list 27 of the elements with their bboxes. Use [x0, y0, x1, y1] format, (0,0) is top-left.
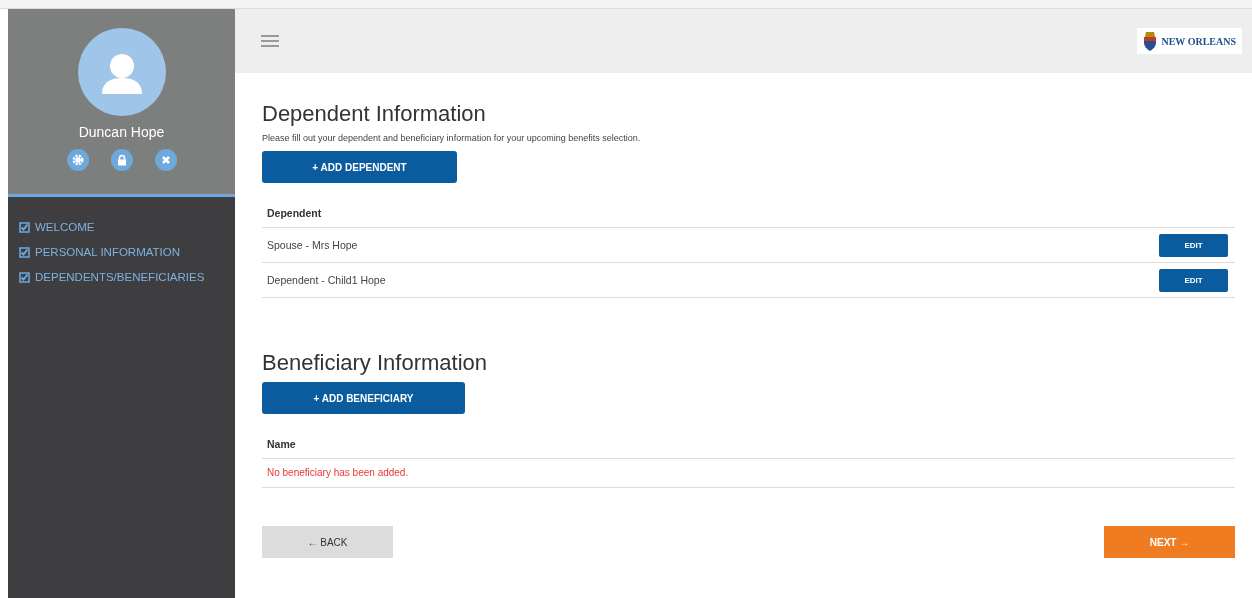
add-dependent-button[interactable]: + ADD DEPENDENT	[262, 151, 457, 183]
settings-button[interactable]	[66, 149, 89, 171]
lock-button[interactable]	[110, 149, 133, 171]
menu-icon[interactable]	[261, 34, 279, 48]
close-button[interactable]	[154, 149, 177, 171]
user-name: Duncan Hope	[78, 124, 165, 140]
back-button[interactable]: ← BACK	[262, 526, 393, 558]
lock-icon	[116, 154, 127, 166]
nav-item[interactable]: PERSONAL INFORMATION	[19, 246, 235, 258]
logo: NEW ORLEANS	[1137, 28, 1242, 54]
add-beneficiary-button[interactable]: + ADD BENEFICIARY	[262, 382, 465, 414]
edit-button[interactable]: EDIT	[1159, 233, 1228, 257]
settings-icon	[71, 154, 84, 166]
close-icon	[160, 155, 171, 165]
table-cell: Dependent - Child1 Hope	[267, 274, 386, 286]
section-title: Dependent Information	[262, 101, 487, 127]
column-header: Dependent	[262, 207, 1235, 228]
shield-icon	[1143, 31, 1158, 51]
table-cell: Spouse - Mrs Hope	[267, 239, 358, 251]
nav-item[interactable]: DEPENDENTS/BENEFICIARIES	[19, 271, 235, 283]
section-title: Beneficiary Information	[262, 350, 488, 376]
intro-text: Please fill out your dependent and beneficiary information for your upcoming benefits selection.	[262, 133, 642, 143]
nav-item[interactable]: WELCOME	[19, 221, 235, 233]
avatar-icon	[77, 28, 166, 116]
empty-message: No beneficiary has been added.	[262, 459, 1235, 488]
column-header: Name	[262, 438, 1235, 459]
edit-button[interactable]: EDIT	[1159, 268, 1228, 292]
